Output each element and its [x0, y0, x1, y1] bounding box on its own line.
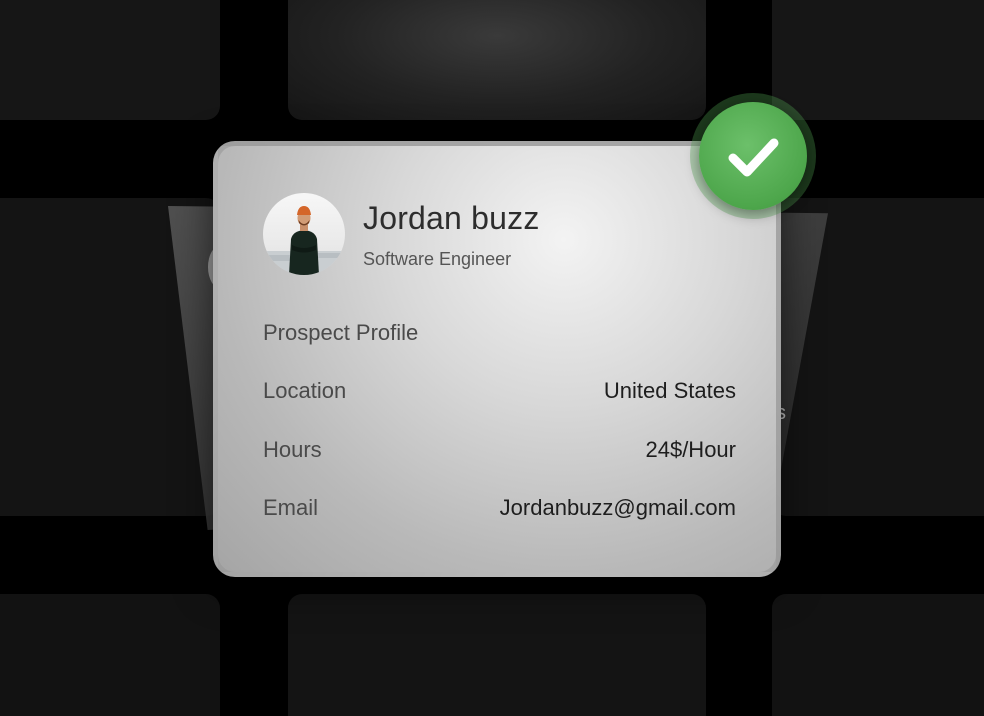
background-tile: [0, 0, 220, 120]
background-tile: [0, 594, 220, 716]
field-value: United States: [603, 378, 736, 403]
background-tile: [288, 594, 706, 716]
profile-card[interactable]: Jordan buzz Software Engineer Prospect P…: [213, 141, 781, 577]
checkmark-icon: [699, 102, 807, 210]
field-row-hours: Hours 24$/Hour: [263, 437, 736, 467]
email-link[interactable]: Jordanbuzz@gmail.com: [500, 495, 736, 521]
section-title: Prospect Profile: [263, 320, 419, 345]
field-value: 24$/Hour: [645, 437, 736, 462]
field-label: Location: [263, 378, 347, 403]
background-tile: [772, 594, 984, 716]
person-avatar-icon: [263, 193, 345, 275]
profile-name: Jordan buzz: [363, 200, 540, 236]
background-tile: [288, 0, 706, 120]
field-row-email: Email Jordanbuzz@gmail.com: [263, 495, 736, 525]
profile-role: Software Engineer: [363, 249, 512, 269]
field-label: Email: [263, 495, 319, 520]
stage: s . Jordan buzz Software: [0, 0, 984, 716]
field-label: Hours: [263, 437, 322, 462]
field-row-location: Location United States: [263, 378, 736, 408]
